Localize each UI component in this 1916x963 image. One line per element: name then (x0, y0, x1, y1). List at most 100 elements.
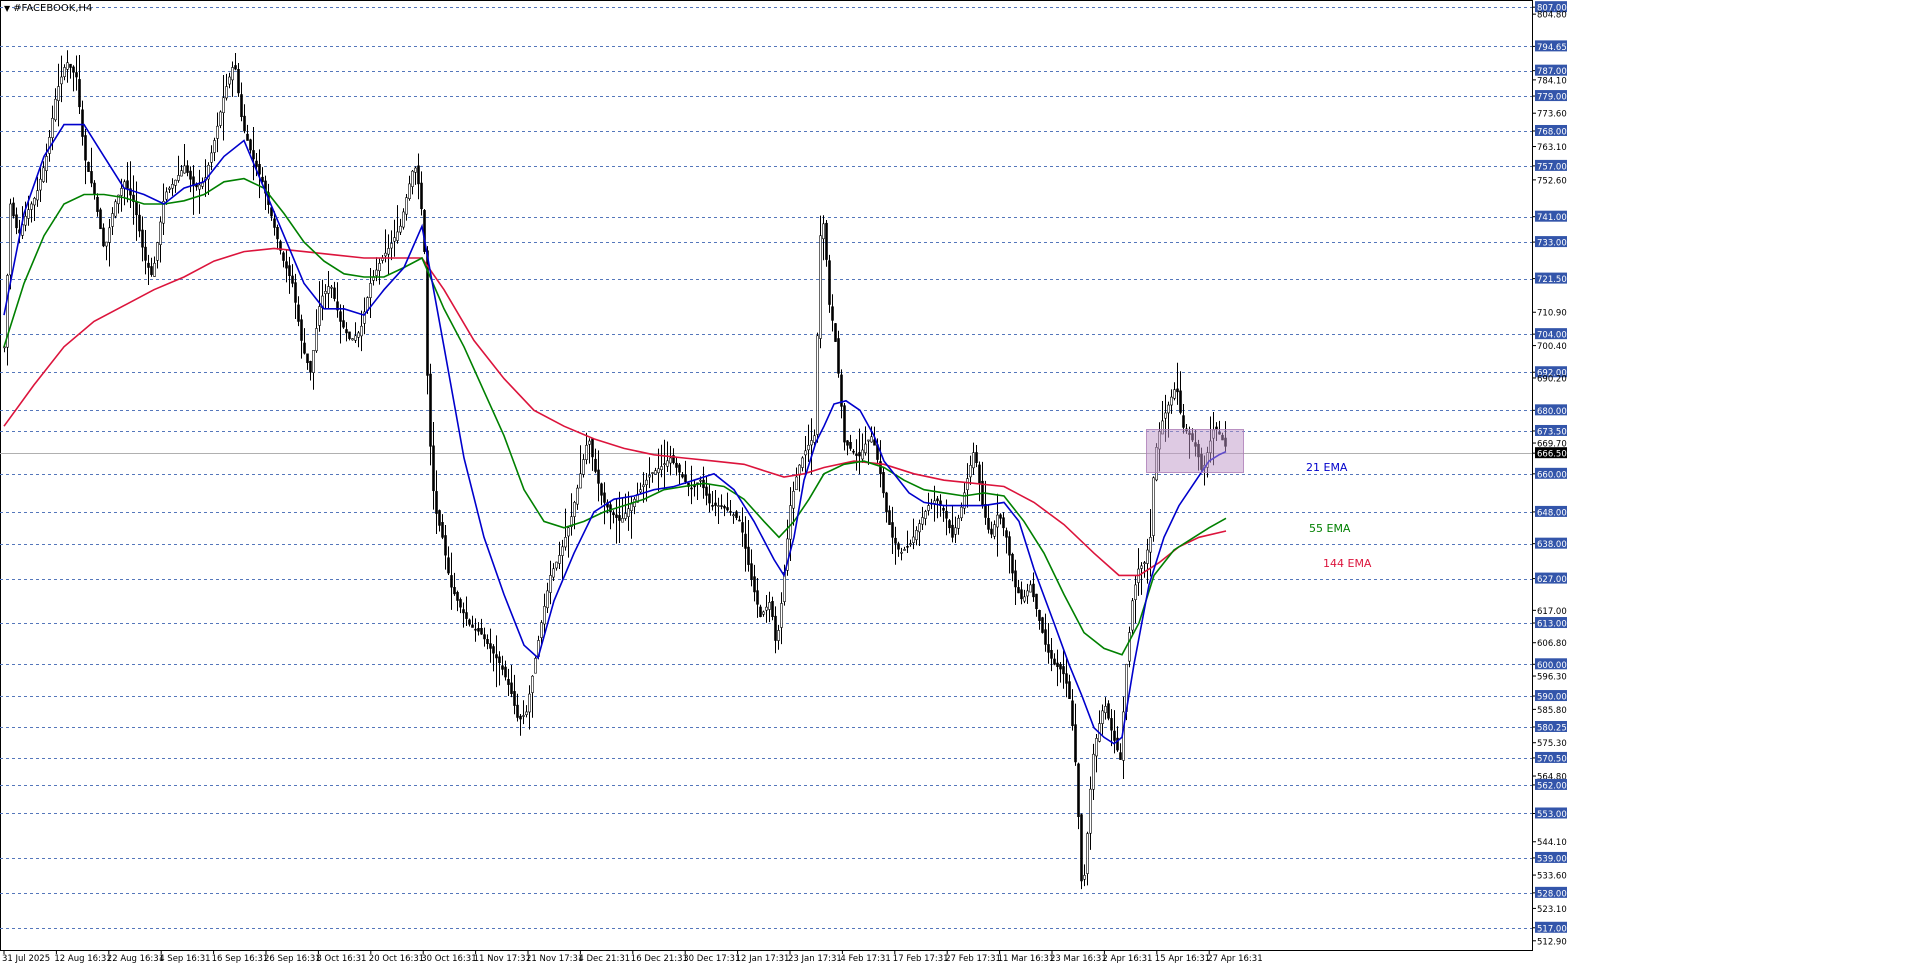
candle-body (576, 487, 579, 505)
candle-body (861, 449, 864, 460)
y-tick-label: 544.10 (1537, 838, 1567, 848)
y-tick-label: 627.00 (1537, 575, 1567, 585)
candle-body (396, 231, 399, 241)
candle-body (525, 711, 528, 716)
candle-body (216, 125, 219, 139)
y-tick-label: 763.10 (1537, 143, 1567, 153)
symbol-label: #FACEBOOK,H4 (13, 3, 93, 14)
candle-body (300, 319, 303, 341)
candle-body (612, 512, 615, 516)
candle-body (378, 263, 381, 272)
candle-body (777, 630, 780, 641)
candle-body (225, 86, 228, 99)
candle-body (198, 184, 201, 190)
y-tick-label: 768.00 (1537, 127, 1567, 137)
candle-body (1071, 700, 1074, 726)
candle-body (723, 506, 726, 509)
candle-body (591, 438, 594, 458)
candle-body (549, 575, 552, 593)
candle-body (573, 502, 576, 517)
x-tick-label: 20 Oct 16:31 (369, 954, 424, 963)
candle-body (1134, 584, 1137, 600)
x-tick-label: 22 Aug 16:31 (107, 954, 164, 963)
candle-body (969, 465, 972, 478)
candle-body (897, 543, 900, 550)
x-tick-label: 16 Dec 21:31 (631, 954, 688, 963)
dropdown-triangle-icon[interactable]: ▼ (4, 4, 10, 13)
y-tick-label: 700.40 (1537, 342, 1567, 352)
y-tick-label: 773.60 (1537, 110, 1567, 120)
candle-body (354, 335, 357, 341)
y-tick-label: 733.00 (1537, 239, 1567, 249)
candle-body (1170, 396, 1173, 406)
candle-body (921, 517, 924, 525)
y-tick-label: 562.00 (1537, 781, 1567, 791)
candle-body (597, 469, 600, 484)
candle-body (87, 161, 90, 172)
candle-body (477, 628, 480, 632)
x-tick-label: 21 Nov 17:31 (526, 954, 583, 963)
candle-body (831, 306, 834, 321)
candle-body (60, 76, 63, 85)
candle-body (1029, 584, 1032, 593)
candle-body (243, 115, 246, 132)
candle-body (885, 492, 888, 513)
candle-body (303, 342, 306, 354)
candle-body (315, 328, 318, 352)
candle-body (753, 576, 756, 593)
candle-body (1107, 703, 1110, 719)
candle-body (600, 483, 603, 496)
candle-body (744, 533, 747, 549)
chart-canvas[interactable]: 807.00804.80794.65787.00784.10779.00773.… (0, 0, 1916, 963)
candle-body (1167, 404, 1170, 414)
y-tick-label: 638.00 (1537, 540, 1567, 550)
candle-body (768, 602, 771, 610)
candle-body (246, 133, 249, 141)
candle-body (369, 283, 372, 298)
candle-body (693, 485, 696, 488)
candle-body (546, 590, 549, 609)
candle-body (663, 463, 666, 465)
candle-body (534, 658, 537, 674)
symbol-header[interactable]: ▼ #FACEBOOK,H4 (4, 3, 92, 14)
candle-body (1173, 389, 1176, 399)
candle-body (1032, 583, 1035, 598)
candle-body (237, 69, 240, 94)
candle-body (213, 140, 216, 153)
candle-body (510, 682, 513, 694)
candle-body (762, 611, 765, 615)
candle-body (513, 691, 516, 706)
candle-body (402, 211, 405, 228)
candle-body (189, 170, 192, 180)
y-tick-label: 741.00 (1537, 213, 1567, 223)
candle-body (972, 452, 975, 469)
candle-body (582, 459, 585, 475)
candle-body (1140, 565, 1143, 569)
y-tick-label: 533.60 (1537, 872, 1567, 882)
candle-body (234, 65, 237, 70)
candle-body (504, 666, 507, 678)
candle-body (699, 479, 702, 482)
candle-body (639, 489, 642, 493)
candle-body (333, 287, 336, 299)
candle-body (408, 183, 411, 199)
candle-body (996, 514, 999, 528)
candle-body (351, 338, 354, 341)
candle-body (450, 575, 453, 588)
candle-body (285, 261, 288, 269)
candle-body (543, 606, 546, 625)
candle-body (747, 546, 750, 565)
x-tick-label: 4 Dec 21:31 (578, 954, 630, 963)
candle-body (732, 514, 735, 517)
candle-body (219, 111, 222, 126)
candle-body (384, 252, 387, 257)
candle-body (1101, 710, 1104, 724)
x-tick-label: 16 Sep 16:31 (212, 954, 269, 963)
y-tick-label: 528.00 (1537, 889, 1567, 899)
candle-body (1035, 593, 1038, 610)
candle-body (150, 266, 153, 275)
candle-body (684, 474, 687, 483)
candle-body (393, 237, 396, 242)
candle-body (105, 241, 108, 247)
candle-body (903, 549, 906, 551)
